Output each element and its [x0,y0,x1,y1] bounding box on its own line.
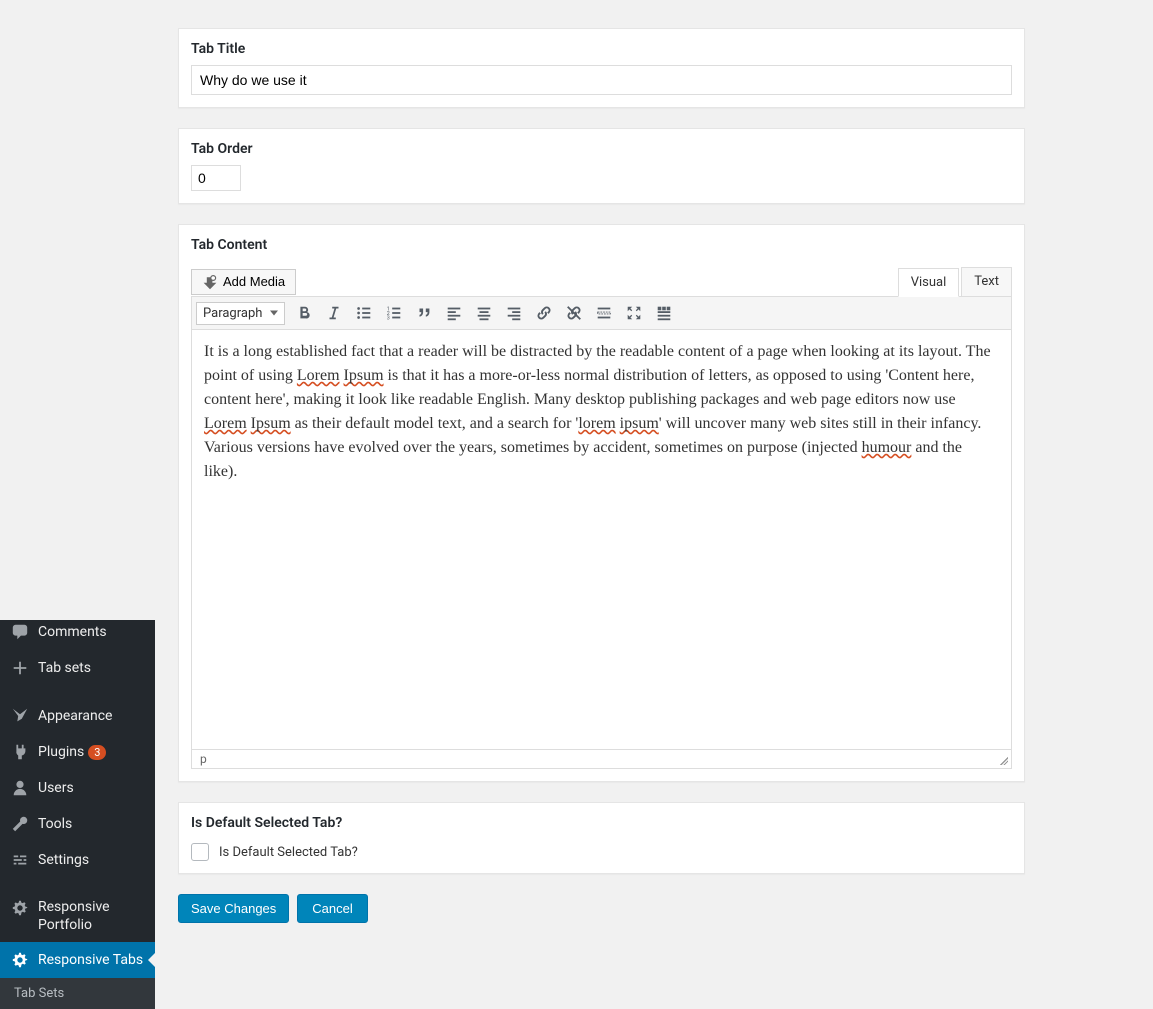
blockquote-button[interactable] [409,299,439,327]
italic-button[interactable] [319,299,349,327]
sidebar-item-comments[interactable]: Comments [0,620,155,650]
tab-title-input[interactable] [191,65,1012,95]
numbered-list-button[interactable]: 123 [379,299,409,327]
default-tab-label: Is Default Selected Tab? [219,845,358,860]
sidebar-item-appearance[interactable]: Appearance [0,698,155,734]
format-select[interactable]: Paragraph [196,302,285,325]
save-button[interactable]: Save Changes [178,894,289,923]
bold-button[interactable] [289,299,319,327]
panel-tab-title: Tab Title [178,28,1025,108]
add-media-button[interactable]: Add Media [191,269,296,295]
sidebar-sub-tab-sets[interactable]: Tab Sets [0,978,155,1009]
admin-sidebar: Comments Tab sets Appearance Plugins 3 U… [0,620,155,1009]
align-center-button[interactable] [469,299,499,327]
tab-text[interactable]: Text [961,267,1012,296]
sidebar-item-label: Users [38,780,74,796]
align-left-button[interactable] [439,299,469,327]
sidebar-item-label: Comments [38,624,107,640]
editor-body[interactable]: It is a long established fact that a rea… [191,330,1012,750]
svg-text:3: 3 [387,315,390,321]
fullscreen-button[interactable] [619,299,649,327]
toolbar-toggle-button[interactable] [649,299,679,327]
sidebar-item-tools[interactable]: Tools [0,806,155,842]
tab-title-heading: Tab Title [191,41,1012,65]
sidebar-item-label: Settings [38,852,89,868]
sidebar-item-tab-sets[interactable]: Tab sets [0,650,155,686]
tab-content-heading: Tab Content [191,237,1012,261]
gear-icon [10,898,30,918]
plus-icon [10,658,30,678]
insert-more-button[interactable] [589,299,619,327]
unlink-button[interactable] [559,299,589,327]
main-content: Tab Title Tab Order Tab Content Add Medi… [178,0,1025,923]
editor-path: p [191,750,1012,769]
panel-default-tab: Is Default Selected Tab? Is Default Sele… [178,802,1025,874]
link-button[interactable] [529,299,559,327]
comments-icon [10,622,30,642]
sidebar-item-settings[interactable]: Settings [0,842,155,878]
sidebar-item-users[interactable]: Users [0,770,155,806]
appearance-icon [10,706,30,726]
tab-order-input[interactable] [191,165,241,191]
sidebar-sub-label: Tab Sets [14,986,64,1001]
tab-visual[interactable]: Visual [898,268,960,297]
align-right-button[interactable] [499,299,529,327]
panel-tab-content: Tab Content Add Media Visual Text Paragr… [178,224,1025,782]
sidebar-item-label: Responsive Portfolio [38,898,145,934]
default-tab-heading: Is Default Selected Tab? [191,815,1012,839]
panel-tab-order: Tab Order [178,128,1025,204]
sidebar-item-plugins[interactable]: Plugins 3 [0,734,155,770]
sidebar-item-label: Plugins [38,744,84,760]
plugin-icon [10,742,30,762]
gear-icon [10,950,30,970]
default-tab-checkbox[interactable] [191,843,209,861]
media-icon [202,274,218,290]
resize-handle[interactable] [997,754,1009,766]
sidebar-item-label: Responsive Tabs [38,952,143,968]
bullet-list-button[interactable] [349,299,379,327]
sidebar-item-responsive-portfolio[interactable]: Responsive Portfolio [0,890,155,942]
sidebar-item-label: Tab sets [38,660,91,676]
tools-icon [10,814,30,834]
sidebar-item-label: Appearance [38,708,112,724]
add-media-label: Add Media [223,274,285,289]
sidebar-item-label: Tools [38,816,72,832]
settings-icon [10,850,30,870]
plugin-badge: 3 [88,745,106,760]
users-icon [10,778,30,798]
editor-toolbar: Paragraph 123 [191,296,1012,330]
cancel-button[interactable]: Cancel [297,894,367,923]
sidebar-item-responsive-tabs[interactable]: Responsive Tabs [0,942,155,978]
action-buttons: Save Changes Cancel [178,894,1025,923]
tab-order-heading: Tab Order [191,141,1012,165]
